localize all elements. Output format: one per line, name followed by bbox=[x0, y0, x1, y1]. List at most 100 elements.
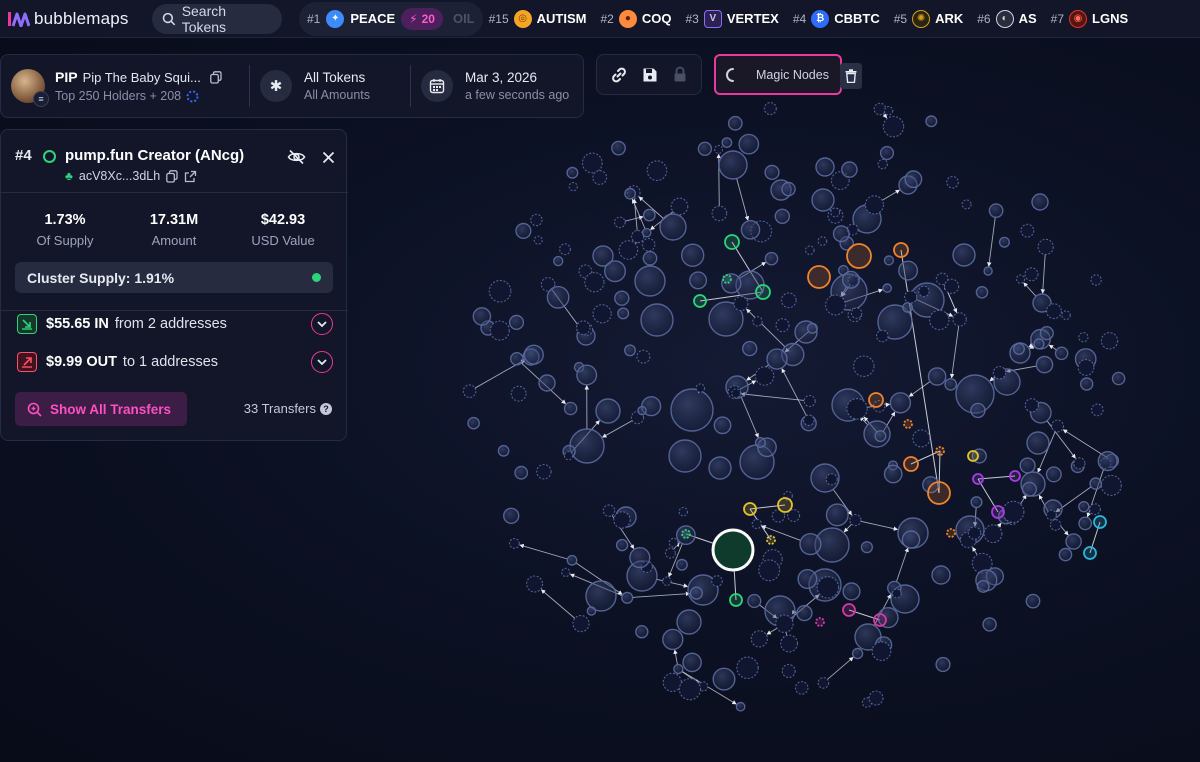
holder-bubble[interactable] bbox=[712, 667, 736, 691]
holder-bubble[interactable] bbox=[563, 451, 574, 461]
token-info[interactable]: ≡ PIP Pip The Baby Squi... Top 250 Holde… bbox=[1, 55, 249, 117]
holder-bubble[interactable] bbox=[576, 364, 598, 386]
holder-bubble[interactable] bbox=[585, 580, 617, 612]
holder-bubble[interactable] bbox=[781, 663, 796, 679]
holder-bubble[interactable] bbox=[738, 133, 760, 155]
copy-icon[interactable] bbox=[166, 169, 178, 183]
cluster-bubble[interactable] bbox=[893, 242, 909, 258]
holder-bubble[interactable] bbox=[766, 348, 788, 370]
holder-bubble[interactable] bbox=[817, 677, 830, 689]
external-link-icon[interactable] bbox=[184, 170, 197, 183]
holder-bubble[interactable] bbox=[783, 490, 793, 501]
holder-bubble[interactable] bbox=[733, 296, 749, 312]
cluster-bubble[interactable] bbox=[729, 593, 743, 607]
holder-bubble[interactable] bbox=[803, 414, 815, 426]
holder-bubble[interactable] bbox=[955, 374, 995, 414]
holder-bubble[interactable] bbox=[480, 320, 496, 336]
holder-bubble[interactable] bbox=[721, 137, 733, 149]
holder-bubble[interactable] bbox=[959, 531, 977, 549]
holder-bubble[interactable] bbox=[1039, 326, 1054, 341]
holder-bubble[interactable] bbox=[758, 559, 781, 582]
holder-bubble[interactable] bbox=[764, 164, 780, 181]
holder-bubble[interactable] bbox=[1104, 453, 1120, 468]
holder-bubble[interactable] bbox=[641, 227, 652, 238]
holder-bubble[interactable] bbox=[827, 207, 844, 224]
holder-bubble[interactable] bbox=[983, 524, 1003, 544]
holder-bubble[interactable] bbox=[467, 416, 480, 430]
holder-bubble[interactable] bbox=[1078, 516, 1093, 531]
holder-bubble[interactable] bbox=[559, 243, 571, 256]
lock-icon[interactable] bbox=[672, 66, 688, 83]
holder-bubble[interactable] bbox=[976, 579, 990, 593]
holder-bubble[interactable] bbox=[764, 251, 779, 266]
holder-bubble[interactable] bbox=[488, 279, 512, 303]
holder-bubble[interactable] bbox=[1100, 474, 1122, 496]
holder-bubble[interactable] bbox=[853, 355, 875, 377]
holder-bubble[interactable] bbox=[509, 351, 524, 366]
cluster-bubble[interactable] bbox=[724, 234, 740, 250]
holder-bubble[interactable] bbox=[1049, 519, 1062, 531]
holder-bubble[interactable] bbox=[1024, 267, 1039, 282]
holder-bubble[interactable] bbox=[613, 216, 626, 229]
holder-bubble[interactable] bbox=[852, 204, 882, 234]
holder-bubble[interactable] bbox=[1111, 371, 1126, 386]
holder-bubble[interactable] bbox=[854, 623, 882, 651]
cluster-bubble[interactable] bbox=[927, 481, 951, 505]
trending-item-peace[interactable]: #1 ✦ PEACE ⚡ 20 bbox=[307, 7, 443, 30]
holder-bubble[interactable] bbox=[462, 384, 477, 399]
holder-bubble[interactable] bbox=[1051, 419, 1064, 433]
holder-bubble[interactable] bbox=[982, 617, 997, 632]
holder-bubble[interactable] bbox=[847, 275, 859, 287]
holder-bubble[interactable] bbox=[670, 388, 714, 432]
holder-bubble[interactable] bbox=[825, 473, 838, 486]
holder-bubble[interactable] bbox=[727, 385, 742, 400]
holder-bubble[interactable] bbox=[621, 591, 634, 604]
holder-bubble[interactable] bbox=[569, 428, 605, 464]
holder-bubble[interactable] bbox=[775, 614, 794, 634]
holder-bubble[interactable] bbox=[1089, 503, 1101, 516]
holder-bubble[interactable] bbox=[955, 515, 985, 545]
holder-bubble[interactable] bbox=[711, 205, 728, 222]
holder-bubble[interactable] bbox=[718, 150, 748, 180]
holder-bubble[interactable] bbox=[1030, 328, 1051, 350]
holder-bubble[interactable] bbox=[697, 141, 713, 157]
holder-bubble[interactable] bbox=[662, 672, 682, 693]
holder-bubble[interactable] bbox=[1078, 332, 1089, 343]
holder-bubble[interactable] bbox=[735, 270, 765, 300]
holder-bubble[interactable] bbox=[739, 444, 775, 480]
holder-bubble[interactable] bbox=[927, 367, 947, 386]
holder-bubble[interactable] bbox=[508, 537, 520, 549]
holder-bubble[interactable] bbox=[584, 272, 605, 293]
cluster-bubble[interactable] bbox=[946, 528, 956, 538]
holder-bubble[interactable] bbox=[1099, 457, 1112, 470]
holder-bubble[interactable] bbox=[850, 307, 863, 319]
holder-bubble[interactable] bbox=[935, 272, 949, 286]
holder-bubble[interactable] bbox=[1033, 338, 1045, 350]
chevron-down-icon[interactable] bbox=[311, 313, 333, 335]
holder-bubble[interactable] bbox=[1025, 593, 1041, 609]
holder-bubble[interactable] bbox=[1013, 342, 1026, 355]
holder-bubble[interactable] bbox=[1015, 274, 1026, 284]
holder-bubble[interactable] bbox=[592, 170, 608, 185]
holder-bubble[interactable] bbox=[774, 208, 790, 225]
holder-bubble[interactable] bbox=[747, 593, 762, 609]
holder-bubble[interactable] bbox=[640, 560, 653, 573]
holder-bubble[interactable] bbox=[508, 314, 525, 331]
holder-bubble[interactable] bbox=[780, 292, 797, 309]
holder-bubble[interactable] bbox=[971, 448, 987, 464]
holder-bubble[interactable] bbox=[581, 152, 603, 174]
holder-bubble[interactable] bbox=[752, 316, 763, 327]
holder-bubble[interactable] bbox=[523, 344, 544, 365]
holder-bubble[interactable] bbox=[898, 260, 919, 281]
holder-bubble[interactable] bbox=[670, 197, 689, 216]
holder-bubble[interactable] bbox=[946, 175, 959, 189]
holder-bubble[interactable] bbox=[1024, 398, 1039, 413]
holder-bubble[interactable] bbox=[970, 402, 986, 419]
holder-bubble[interactable] bbox=[902, 301, 913, 313]
holder-bubble[interactable] bbox=[546, 285, 570, 309]
holder-bubble[interactable] bbox=[883, 464, 903, 484]
holder-bubble[interactable] bbox=[592, 304, 612, 324]
holder-bubble[interactable] bbox=[668, 537, 679, 548]
holder-bubble[interactable] bbox=[864, 195, 885, 215]
holder-bubble[interactable] bbox=[931, 565, 951, 585]
